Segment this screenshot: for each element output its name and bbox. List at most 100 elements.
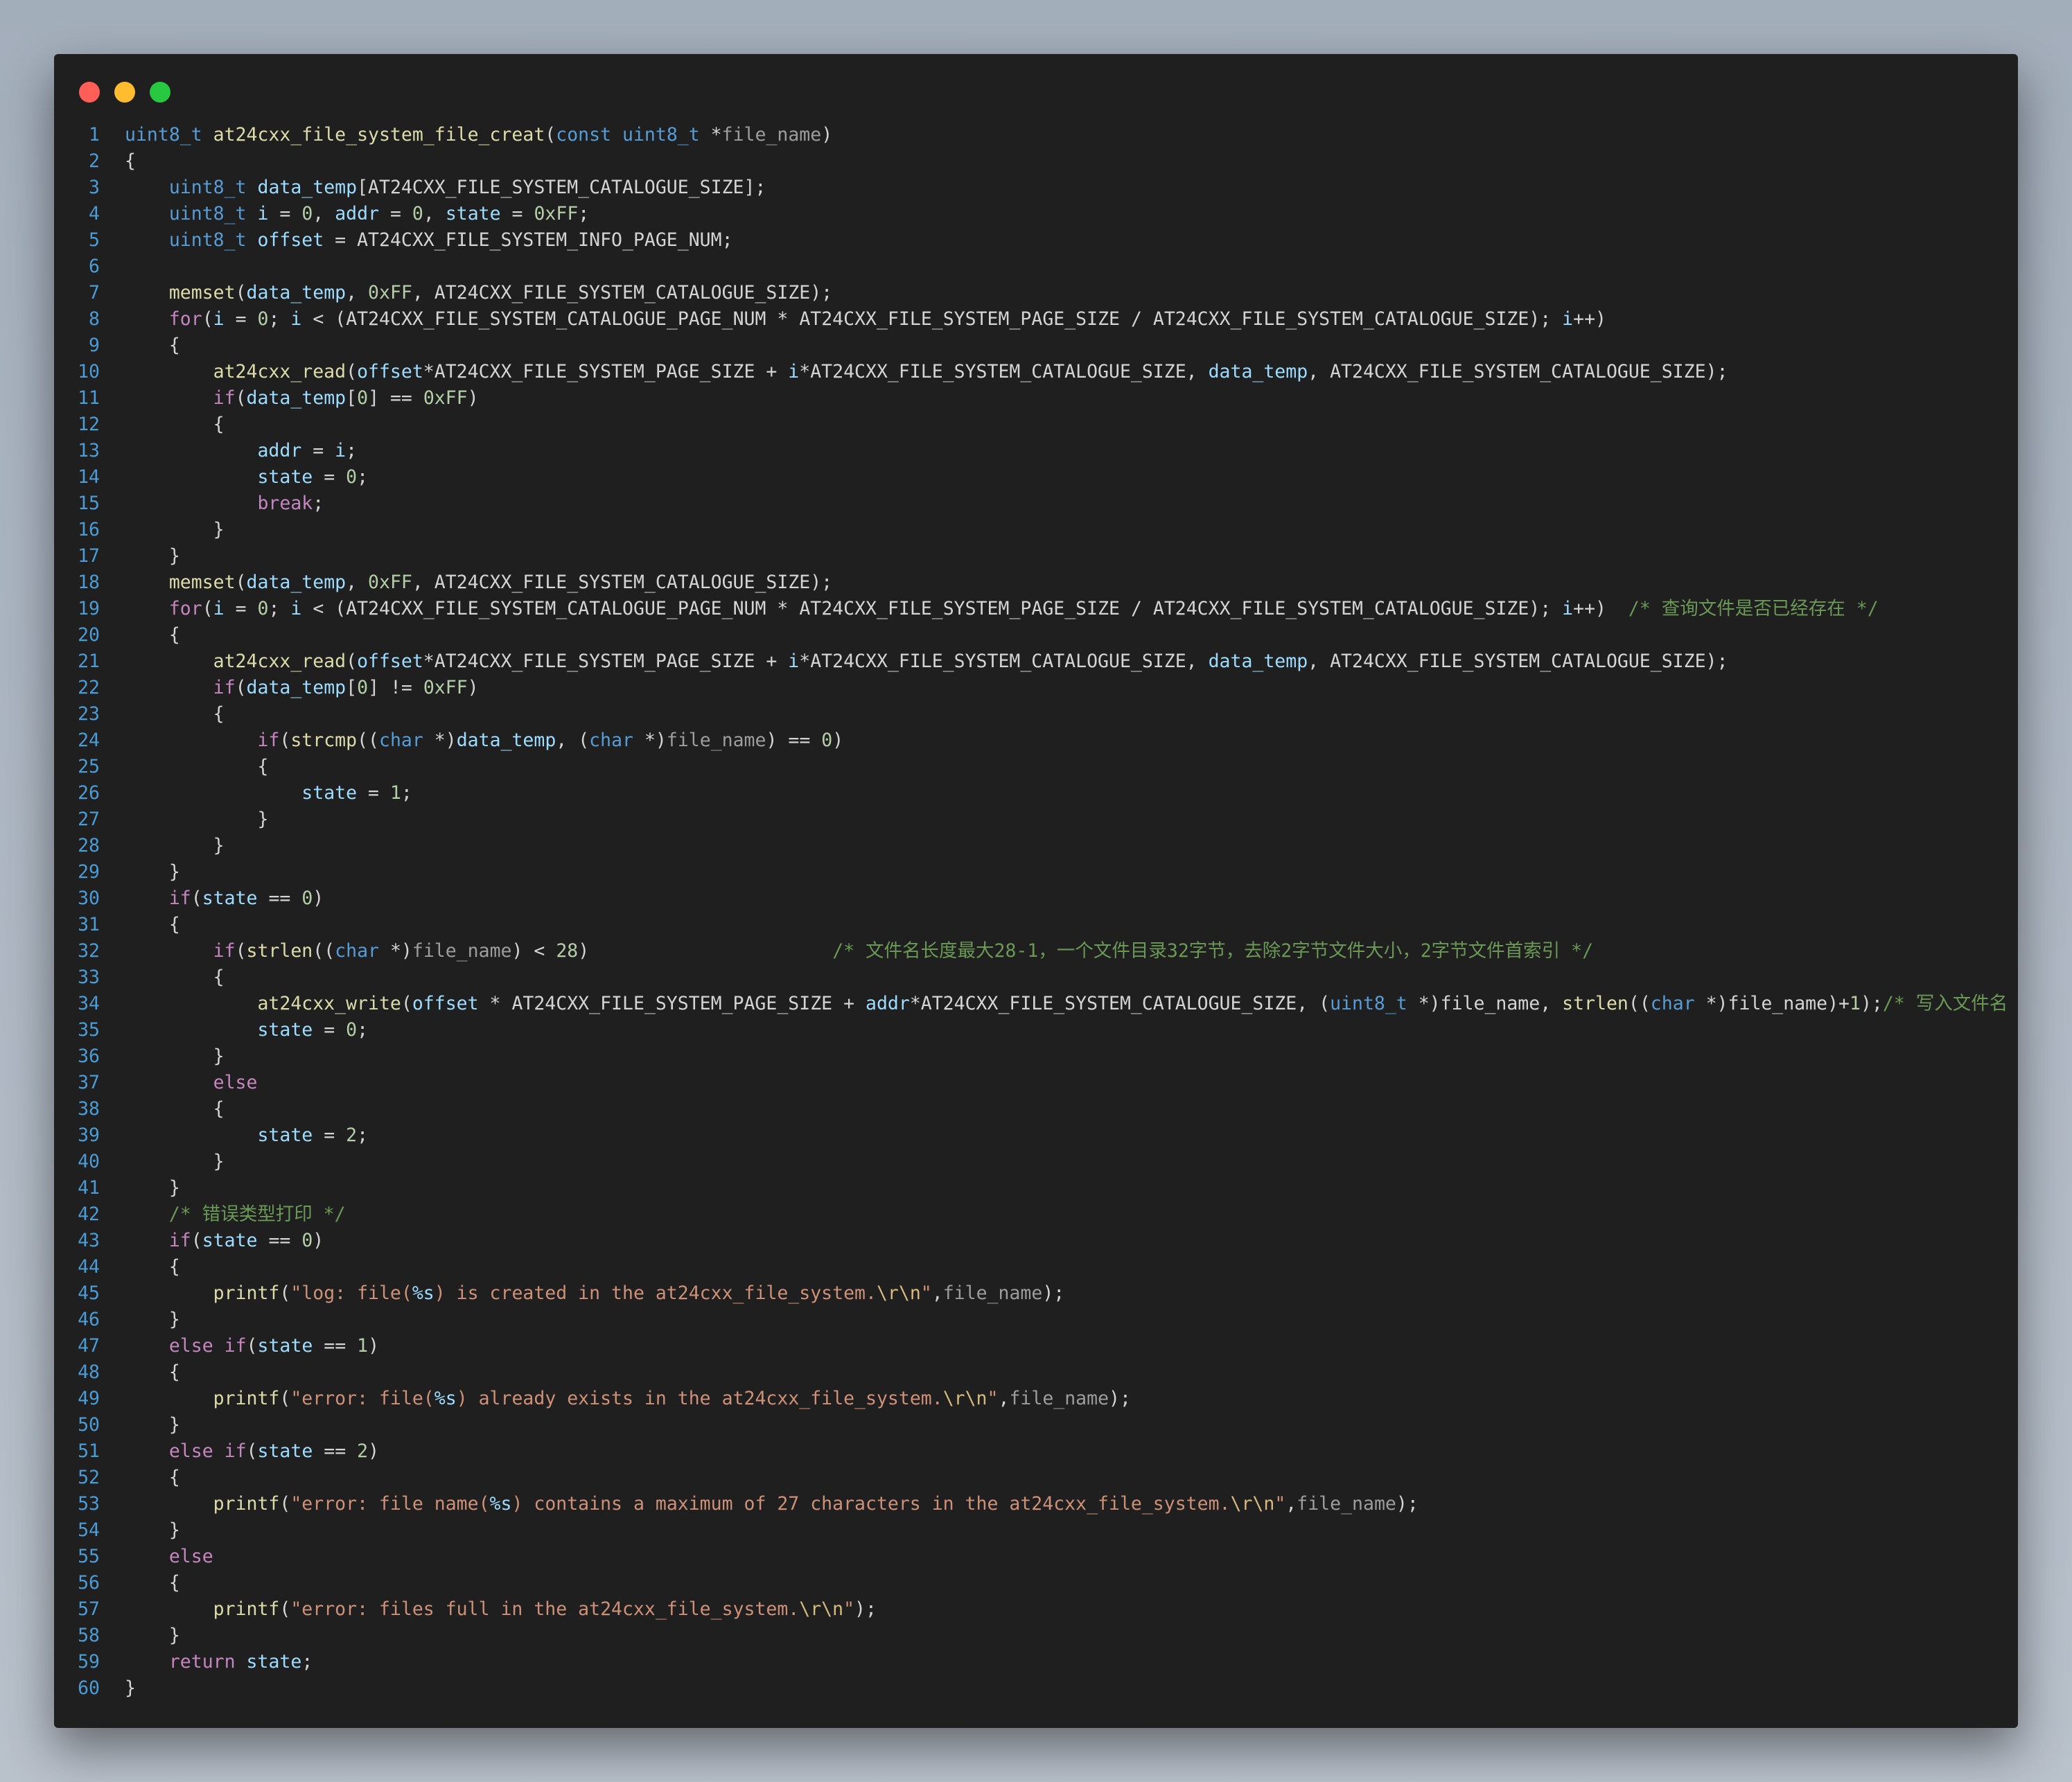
code-text: } <box>125 1151 225 1172</box>
code-line: 54 } <box>54 1517 2018 1544</box>
line-number: 56 <box>78 1572 100 1594</box>
code-text: { <box>125 1572 180 1594</box>
code-text: else if(state == 2) <box>168 1440 380 1462</box>
line-number: 18 <box>78 572 100 593</box>
code-text: } <box>125 1177 180 1199</box>
code-line: 10 at24cxx_read(offset*AT24CXX_FILE_SYST… <box>54 359 2018 385</box>
code-text: } <box>125 519 225 540</box>
line-number: 28 <box>78 835 100 856</box>
code-text: } <box>125 1046 225 1067</box>
line-number: 17 <box>78 545 100 567</box>
code-text: addr = i; <box>257 440 358 461</box>
code-text: uint8_t offset = AT24CXX_FILE_SYSTEM_INF… <box>168 229 733 251</box>
code-line: 32 if(strlen((char *)file_name) < 28) /*… <box>54 938 2018 964</box>
line-number: 3 <box>89 177 100 198</box>
code-text: { <box>125 1467 180 1488</box>
code-line: 52 { <box>54 1465 2018 1491</box>
line-number: 8 <box>89 308 100 330</box>
code-line: 41 } <box>54 1175 2018 1201</box>
code-line: 19 for(i = 0; i < (AT24CXX_FILE_SYSTEM_C… <box>54 596 2018 622</box>
code-line: 49 printf("error: file(%s) already exist… <box>54 1386 2018 1412</box>
code-text: uint8_t i = 0, addr = 0, state = 0xFF; <box>168 203 590 224</box>
line-number: 4 <box>89 203 100 224</box>
code-text: } <box>125 1414 180 1436</box>
code-line: 29 } <box>54 859 2018 885</box>
code-text: else <box>168 1546 213 1567</box>
minimize-button[interactable] <box>114 82 135 103</box>
code-text: } <box>125 861 180 883</box>
line-number: 14 <box>78 466 100 488</box>
line-number: 36 <box>78 1046 100 1067</box>
code-line: 38 { <box>54 1096 2018 1122</box>
line-number: 37 <box>78 1072 100 1093</box>
code-line: 56 { <box>54 1570 2018 1596</box>
code-line: 17 } <box>54 543 2018 570</box>
code-text: } <box>125 1309 180 1330</box>
code-text: break; <box>257 493 324 514</box>
code-text: state = 1; <box>301 782 412 804</box>
line-number: 41 <box>78 1177 100 1199</box>
close-button[interactable] <box>79 82 100 103</box>
line-number: 48 <box>78 1361 100 1383</box>
code-text: { <box>125 1361 180 1383</box>
maximize-button[interactable] <box>150 82 170 103</box>
line-number: 29 <box>78 861 100 883</box>
code-line: 15 break; <box>54 491 2018 517</box>
line-number: 13 <box>78 440 100 461</box>
code-text: state = 0; <box>257 1019 369 1041</box>
line-number: 10 <box>78 361 100 382</box>
code-text: /* 错误类型打印 */ <box>168 1203 346 1225</box>
line-number: 12 <box>78 414 100 435</box>
code-text: { <box>125 1256 180 1278</box>
code-line: 45 printf("log: file(%s) is created in t… <box>54 1280 2018 1307</box>
line-number: 26 <box>78 782 100 804</box>
code-line: 27 } <box>54 806 2018 833</box>
code-text: } <box>125 1625 180 1646</box>
code-line: 1 uint8_t at24cxx_file_system_file_creat(… <box>54 122 2018 148</box>
line-number: 32 <box>78 940 100 962</box>
line-number: 51 <box>78 1440 100 1462</box>
line-number: 45 <box>78 1282 100 1304</box>
code-line: 33 { <box>54 964 2018 991</box>
line-number: 25 <box>78 756 100 777</box>
code-text: { <box>125 624 180 646</box>
code-line: 25 { <box>54 754 2018 780</box>
code-line: 50 } <box>54 1412 2018 1438</box>
code-line: 18 memset(data_temp, 0xFF, AT24CXX_FILE_… <box>54 570 2018 596</box>
code-text: { <box>125 914 180 935</box>
line-number: 39 <box>78 1124 100 1146</box>
code-text: else if(state == 1) <box>168 1335 380 1357</box>
code-line: 21 at24cxx_read(offset*AT24CXX_FILE_SYST… <box>54 649 2018 675</box>
code-text: { <box>125 150 136 172</box>
code-line: 12 { <box>54 412 2018 438</box>
code-text: if(strcmp((char *)data_temp, (char *)fil… <box>257 730 844 751</box>
line-number: 38 <box>78 1098 100 1120</box>
code-line: 28 } <box>54 833 2018 859</box>
code-text: memset(data_temp, 0xFF, AT24CXX_FILE_SYS… <box>168 282 833 303</box>
code-line: 6 <box>54 254 2018 280</box>
code-line: 9 { <box>54 333 2018 359</box>
line-number: 49 <box>78 1388 100 1409</box>
code-line: 35 state = 0; <box>54 1017 2018 1043</box>
code-line: 60} <box>54 1675 2018 1702</box>
code-text: if(strlen((char *)file_name) < 28) /* 文件… <box>213 940 1594 962</box>
line-number: 46 <box>78 1309 100 1330</box>
code-text: if(state == 0) <box>168 888 324 909</box>
code-line: 39 state = 2; <box>54 1122 2018 1149</box>
line-number: 30 <box>78 888 100 909</box>
code-line: 7 memset(data_temp, 0xFF, AT24CXX_FILE_S… <box>54 280 2018 306</box>
line-number: 43 <box>78 1230 100 1251</box>
code-text: } <box>125 545 180 567</box>
code-line: 44 { <box>54 1254 2018 1280</box>
line-number: 60 <box>78 1677 100 1699</box>
code-line: 30 if(state == 0) <box>54 885 2018 912</box>
line-number: 9 <box>89 335 100 356</box>
line-number: 53 <box>78 1493 100 1515</box>
line-number: 20 <box>78 624 100 646</box>
line-number: 59 <box>78 1651 100 1673</box>
code-line: 13 addr = i; <box>54 438 2018 464</box>
line-number: 11 <box>78 387 100 409</box>
code-line: 36 } <box>54 1043 2018 1070</box>
line-number: 1 <box>89 124 100 145</box>
line-number: 21 <box>78 651 100 672</box>
